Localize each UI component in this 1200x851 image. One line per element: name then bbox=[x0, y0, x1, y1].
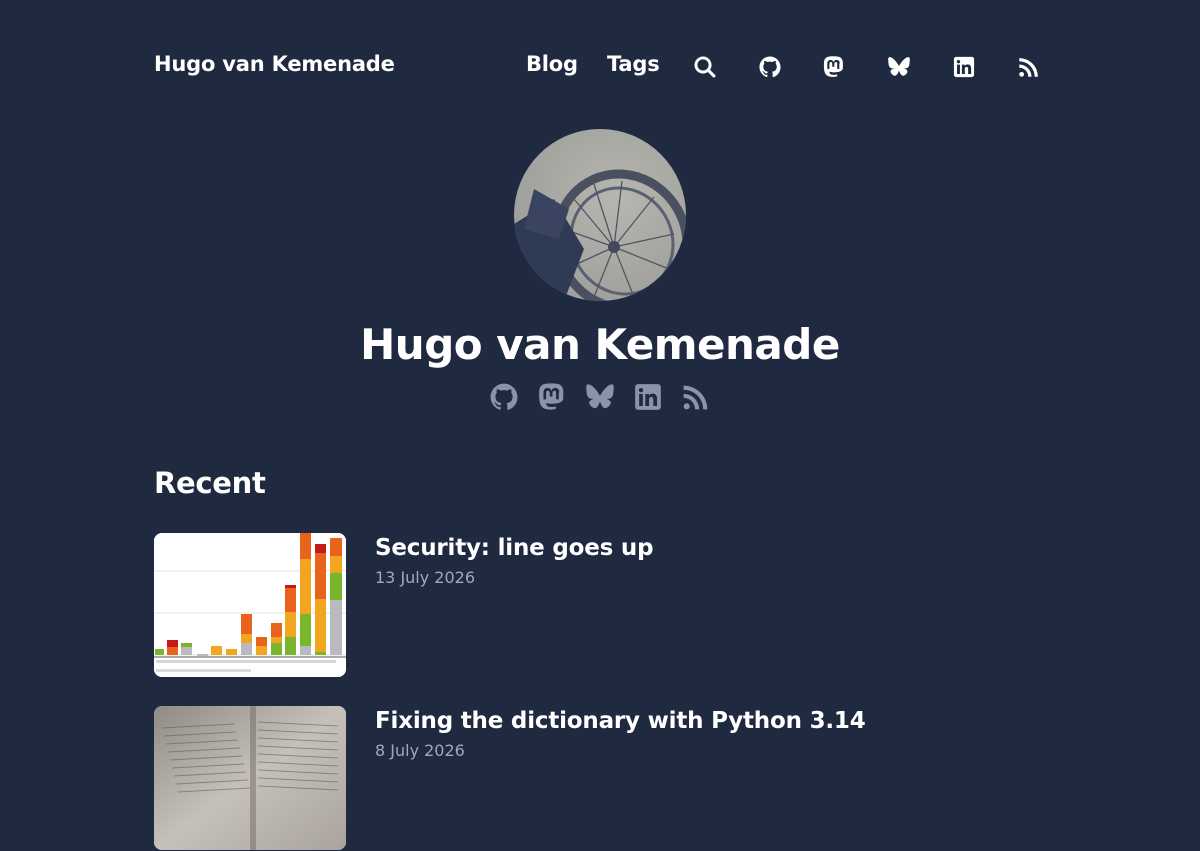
post-date: 13 July 2026 bbox=[375, 568, 476, 587]
social-links bbox=[0, 381, 1200, 413]
bluesky-icon[interactable] bbox=[586, 381, 614, 413]
nav-blog-link[interactable]: Blog bbox=[526, 52, 578, 76]
github-icon[interactable] bbox=[758, 55, 782, 79]
avatar bbox=[514, 129, 686, 301]
rss-icon[interactable] bbox=[1017, 55, 1041, 79]
post-title-link[interactable]: Security: line goes up bbox=[375, 535, 654, 561]
post-item: Fixing the dictionary with Python 3.14 8… bbox=[154, 706, 1054, 851]
github-icon[interactable] bbox=[490, 381, 518, 413]
site-header: Hugo van Kemenade Blog Tags bbox=[0, 0, 1200, 130]
search-icon[interactable] bbox=[693, 55, 717, 79]
hero-name: Hugo van Kemenade bbox=[360, 320, 840, 369]
linkedin-icon[interactable] bbox=[634, 381, 662, 413]
rss-icon[interactable] bbox=[682, 381, 710, 413]
post-thumbnail[interactable] bbox=[154, 706, 346, 850]
mastodon-icon[interactable] bbox=[538, 381, 566, 413]
post-title-link[interactable]: Fixing the dictionary with Python 3.14 bbox=[375, 708, 866, 734]
mastodon-icon[interactable] bbox=[822, 55, 846, 79]
recent-heading: Recent bbox=[154, 466, 266, 500]
bluesky-icon[interactable] bbox=[887, 55, 911, 79]
site-title-link[interactable]: Hugo van Kemenade bbox=[154, 52, 395, 76]
post-thumbnail[interactable] bbox=[154, 533, 346, 677]
post-item: Security: line goes up 13 July 2026 bbox=[154, 533, 1054, 678]
nav-tags-link[interactable]: Tags bbox=[607, 52, 660, 76]
linkedin-icon[interactable] bbox=[952, 55, 976, 79]
post-date: 8 July 2026 bbox=[375, 741, 465, 760]
